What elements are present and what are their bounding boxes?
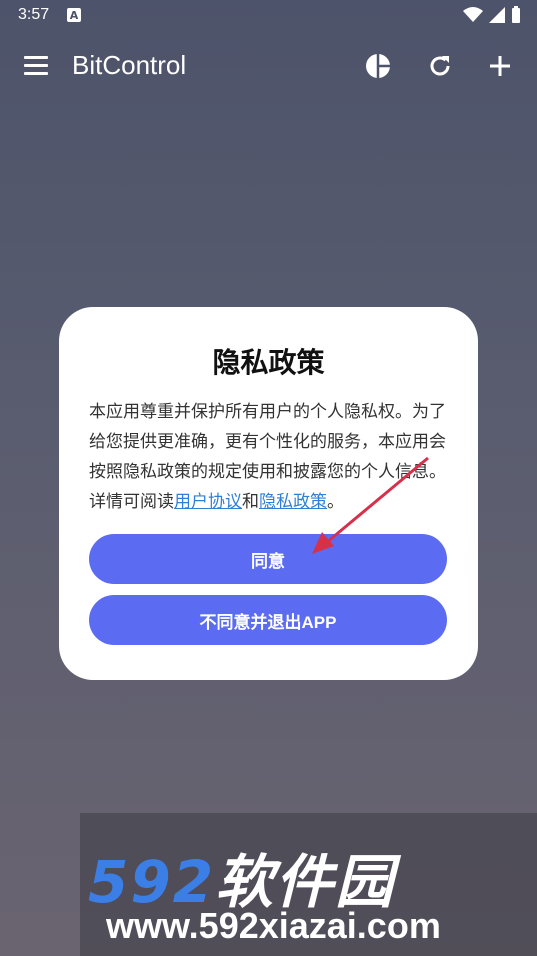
menu-icon[interactable] [24,56,48,76]
notification-a-icon: A [67,8,81,22]
agree-button[interactable]: 同意 [89,534,447,584]
privacy-policy-link[interactable]: 隐私政策 [259,492,327,512]
watermark-url: www.592xiazai.com [106,905,441,946]
add-icon[interactable] [486,52,514,80]
signal-icon [489,7,505,23]
battery-icon [512,6,520,23]
status-time: 3:57 [18,6,50,23]
pie-chart-icon[interactable] [364,52,392,80]
refresh-icon[interactable] [426,52,454,80]
app-bar: BitControl [0,34,537,98]
dialog-conjunction: 和 [242,492,259,512]
user-agreement-link[interactable]: 用户协议 [174,492,242,512]
dialog-title: 隐私政策 [212,346,325,379]
privacy-dialog: 隐私政策 本应用尊重并保护所有用户的个人隐私权。为了给您提供更准确，更有个性化的… [59,307,478,680]
dialog-body: 本应用尊重并保护所有用户的个人隐私权。为了给您提供更准确，更有个性化的服务，本应… [89,397,451,517]
app-title: BitControl [72,50,187,80]
status-icons [463,6,521,24]
status-bar: 3:57 A [0,0,537,34]
watermark: 592软件园 www.592xiazai.com [80,813,537,956]
dialog-end-punct: 。 [327,492,344,512]
wifi-icon [463,7,483,22]
disagree-exit-button[interactable]: 不同意并退出APP [89,595,447,645]
